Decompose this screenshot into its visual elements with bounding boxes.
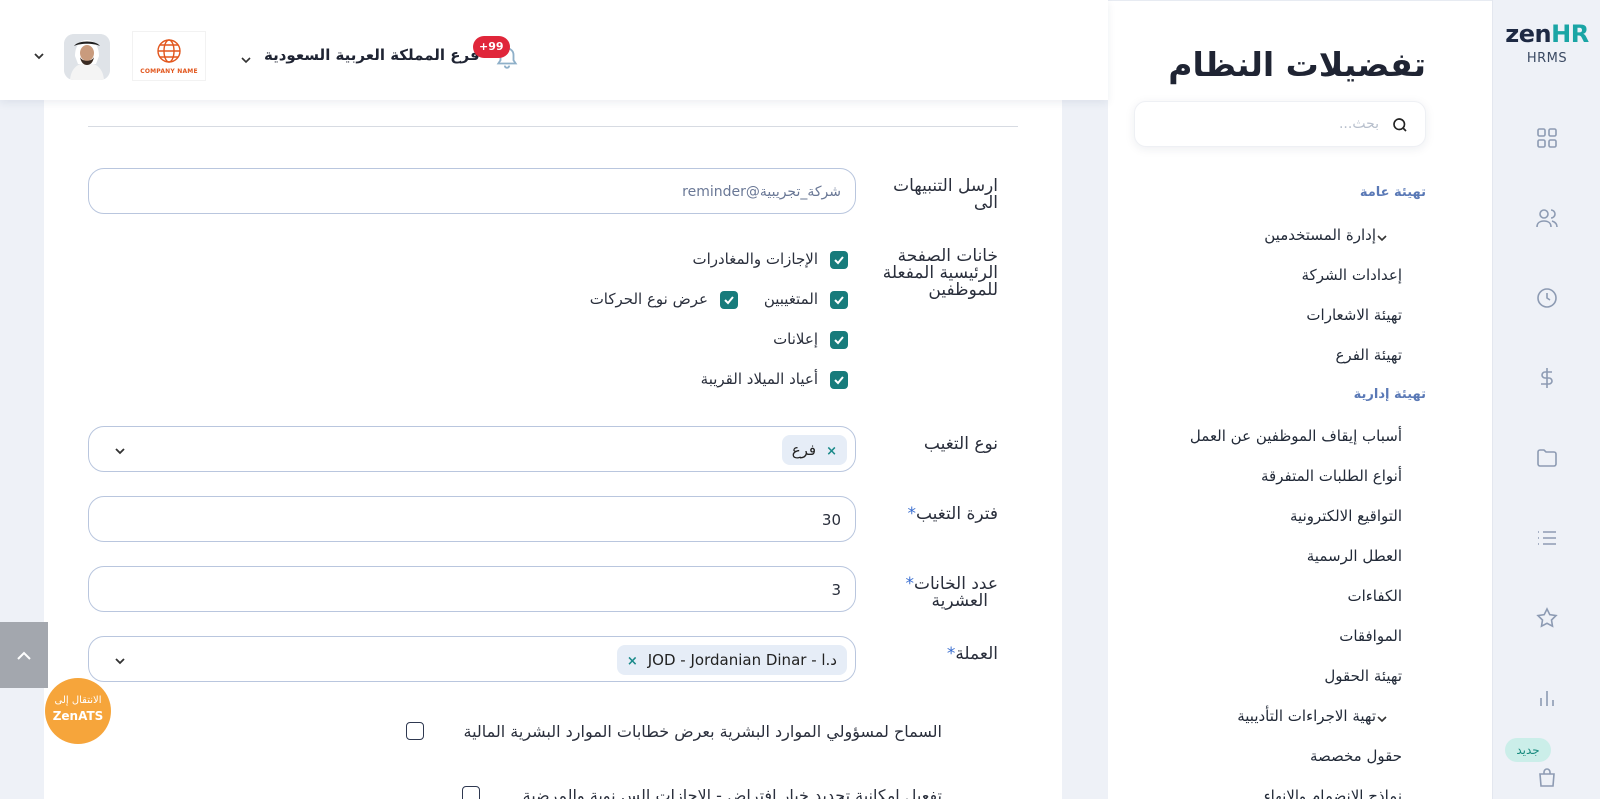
send-alerts-input[interactable] — [121, 181, 841, 203]
leaves-checkbox-label: الإجازات والمغادرات — [692, 250, 818, 268]
chevron-down-icon — [1376, 711, 1388, 723]
allow-hr-letters-checkbox[interactable] — [406, 722, 424, 740]
default-leave-checkbox[interactable] — [462, 786, 480, 799]
menu-company-settings[interactable]: إعدادات الشركة — [1302, 266, 1402, 284]
absent-checkbox-label: المتغيبين — [763, 290, 818, 308]
menu-label: تهية الاجراءات التأديبية — [1237, 707, 1376, 725]
search-input[interactable] — [1159, 113, 1379, 135]
menu-fields-setup[interactable]: تهيئة الحقول — [1324, 667, 1402, 685]
absent-checkbox[interactable] — [830, 291, 848, 309]
menu-onboarding-forms[interactable]: نماذج الانضمام والانهاء — [1264, 787, 1402, 799]
preferences-search[interactable] — [1134, 101, 1426, 147]
absence-period-input[interactable] — [121, 509, 841, 531]
brand-sub: HRMS — [1526, 51, 1568, 66]
movement-type-checkbox[interactable] — [720, 291, 738, 309]
menu-disciplinary-actions[interactable]: تهية الاجراءات التأديبية — [1237, 707, 1402, 725]
top-header: COMPANY NAME فرع المملكة العربية السعودي… — [0, 0, 1108, 100]
send-alerts-field[interactable] — [88, 168, 856, 214]
zenats-line1: الانتقال إلى — [54, 695, 102, 706]
chevron-down-icon[interactable] — [240, 51, 252, 64]
users-icon[interactable] — [1535, 206, 1559, 230]
brand-hr: HR — [1551, 20, 1589, 48]
menu-branch-setup[interactable]: تهيئة الفرع — [1335, 346, 1402, 364]
announcements-checkbox-label: إعلانات — [773, 330, 818, 348]
absence-type-tag: ×فرع — [781, 435, 847, 465]
section-admin: تهيئة إدارية — [1353, 387, 1426, 402]
decimal-places-field[interactable] — [88, 566, 856, 612]
birthdays-checkbox-label: أعياد الميلاد القريبة — [700, 370, 818, 388]
remove-tag-icon[interactable]: × — [627, 654, 638, 669]
chevron-down-icon[interactable] — [113, 653, 127, 667]
scroll-top-button[interactable] — [0, 622, 48, 688]
menu-label: إدارة المستخدمين — [1264, 226, 1376, 244]
new-badge: جديد — [1505, 738, 1551, 762]
search-icon — [1391, 116, 1409, 134]
menu-suspension-reasons[interactable]: أسباب إيقاف الموظفين عن العمل — [1190, 427, 1402, 445]
absence-type-label: نوع التغيب — [923, 434, 998, 454]
company-logo: COMPANY NAME — [132, 31, 206, 81]
notification-count-badge: +99 — [473, 36, 510, 58]
homepage-widgets-label: خانات الصفحة الرئيسية المفعلة للموظفين — [882, 246, 998, 300]
grid-icon[interactable] — [1535, 126, 1559, 150]
list-icon[interactable] — [1535, 526, 1559, 550]
movement-type-checkbox-label: عرض نوع الحركات — [589, 290, 708, 308]
announcements-checkbox[interactable] — [830, 331, 848, 349]
send-alerts-label: ارسل التنبيهات الى — [893, 176, 998, 213]
preferences-panel: تفضيلات النظام تهيئة عامة إدارة المستخدم… — [1108, 0, 1492, 799]
menu-e-signatures[interactable]: التواقيع الالكترونية — [1290, 507, 1402, 525]
currency-label: العملة* — [946, 644, 998, 664]
menu-notifications-setup[interactable]: تهيئة الاشعارات — [1306, 306, 1402, 324]
currency-select[interactable]: × JOD - Jordanian Dinar - د.ا — [88, 636, 856, 682]
menu-custom-fields[interactable]: حقول مخصصة — [1310, 747, 1402, 765]
remove-tag-icon[interactable]: × — [826, 444, 837, 459]
user-menu-chevron-icon[interactable] — [32, 48, 46, 62]
icon-rail: zenHR HRMS جديد — [1492, 0, 1600, 799]
dollar-icon[interactable] — [1535, 366, 1559, 390]
decimal-places-label: عدد الخانات* العشرية — [905, 574, 998, 611]
chevron-down-icon — [1376, 230, 1388, 242]
avatar[interactable] — [64, 34, 110, 80]
absence-period-label: فترة التغيب* — [907, 504, 998, 524]
absence-type-select[interactable]: ×فرع — [88, 426, 856, 472]
zenats-button[interactable]: الانتقال إلى ZenATS — [45, 678, 111, 744]
star-icon[interactable] — [1535, 606, 1559, 630]
branch-selector[interactable]: فرع المملكة العربية السعودية — [264, 46, 480, 64]
settings-form: ارسل التنبيهات الى خانات الصفحة الرئيسية… — [44, 100, 1062, 799]
decimal-places-input[interactable] — [121, 579, 841, 601]
chevron-down-icon[interactable] — [113, 443, 127, 457]
page-title: تفضيلات النظام — [1168, 45, 1426, 84]
menu-users-management[interactable]: إدارة المستخدمين — [1264, 226, 1402, 244]
allow-hr-letters-label: السماح لمسؤولي الموارد البشرية بعرض خطاب… — [463, 722, 942, 741]
folder-icon[interactable] — [1535, 446, 1559, 470]
bag-icon[interactable] — [1535, 766, 1559, 790]
menu-competencies[interactable]: الكفاءات — [1347, 587, 1402, 605]
divider — [88, 126, 1018, 127]
birthdays-checkbox[interactable] — [830, 371, 848, 389]
menu-public-holidays[interactable]: العطل الرسمية — [1307, 547, 1402, 565]
bar-chart-icon[interactable] — [1535, 686, 1559, 710]
leaves-checkbox[interactable] — [830, 251, 848, 269]
currency-tag: × JOD - Jordanian Dinar - د.ا — [616, 645, 847, 675]
menu-misc-request-types[interactable]: أنواع الطلبات المتفرقة — [1261, 467, 1402, 485]
zenats-line2: ZenATS — [52, 709, 104, 723]
section-general: تهيئة عامة — [1359, 185, 1426, 200]
company-logo-text: COMPANY NAME — [140, 68, 198, 75]
menu-approvals[interactable]: الموافقات — [1339, 627, 1402, 645]
clock-icon[interactable] — [1535, 286, 1559, 310]
default-leave-label: تفعيل امكانية تحديد خيار افتراض - الاجاز… — [522, 786, 942, 799]
brand-zen: zen — [1505, 20, 1552, 48]
zenhr-logo[interactable]: zenHR HRMS — [1493, 20, 1600, 66]
absence-period-field[interactable] — [88, 496, 856, 542]
